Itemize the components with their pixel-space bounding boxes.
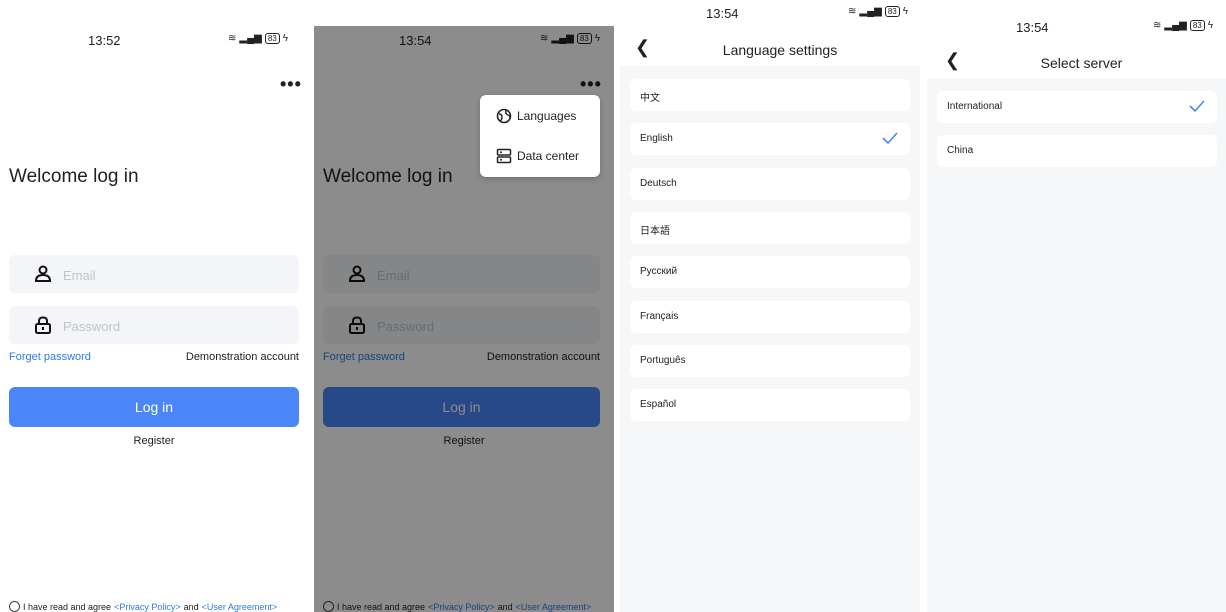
language-item[interactable]: Français — [630, 300, 910, 333]
and-text: and — [183, 601, 199, 612]
language-item-label: English — [640, 133, 673, 145]
server-item[interactable]: International — [937, 91, 1217, 123]
status-bar: 13:52 ≋ ▂▄▆ 83 ϟ — [0, 33, 308, 53]
status-time: 13:54 — [1016, 20, 1049, 35]
language-item[interactable]: Português — [630, 344, 910, 377]
globe-icon — [496, 108, 512, 124]
server-icon — [496, 148, 512, 164]
password-field[interactable] — [9, 306, 299, 346]
language-item[interactable]: Deutsch — [630, 167, 910, 200]
forget-password-link[interactable]: Forget password — [9, 351, 91, 363]
options-menu: Languages Data center — [480, 95, 600, 177]
agree-radio[interactable] — [9, 601, 20, 612]
email-field[interactable] — [9, 255, 299, 295]
menu-item-label: Data center — [517, 149, 580, 163]
language-item-label: Deutsch — [640, 177, 677, 189]
charging-icon: ϟ — [282, 33, 289, 44]
lock-icon — [35, 316, 51, 334]
email-input[interactable] — [61, 255, 285, 295]
charging-icon: ϟ — [902, 6, 909, 17]
server-item[interactable]: China — [937, 135, 1217, 167]
login-button[interactable]: Log in — [9, 387, 299, 427]
status-icons: ≋ ▂▄▆ 83 ϟ — [228, 33, 288, 44]
battery-icon: 83 — [1189, 20, 1205, 31]
server-item-label: International — [947, 101, 1003, 112]
language-item[interactable]: Español — [630, 389, 910, 422]
register-link[interactable]: Register — [0, 435, 308, 447]
wifi-icon: ≋ — [228, 33, 237, 44]
password-input[interactable] — [61, 306, 285, 346]
status-bar: 13:54 ≋ ▂▄▆ 83 ϟ — [620, 6, 920, 26]
language-item[interactable]: 日本語 — [630, 211, 910, 244]
menu-item-languages[interactable]: Languages — [496, 108, 576, 124]
server-item-label: China — [947, 145, 974, 156]
battery-icon: 83 — [264, 33, 280, 44]
wifi-icon: ≋ — [1153, 20, 1162, 31]
language-item-label: Español — [640, 399, 677, 411]
language-item[interactable]: English — [630, 123, 910, 156]
demo-account-link[interactable]: Demonstration account — [186, 351, 299, 363]
status-bar: 13:54 ≋ ▂▄▆ 83 ϟ — [927, 20, 1226, 40]
page-title: Language settings — [722, 42, 838, 58]
more-options-icon[interactable]: ••• — [280, 75, 302, 93]
language-item-label: 日本語 — [640, 225, 670, 237]
language-settings-screen: 13:54 ≋ ▂▄▆ 83 ϟ ❮ Language settings 中文 E… — [620, 0, 920, 612]
signal-icon: ▂▄▆ — [239, 33, 262, 44]
checkmark-icon — [882, 132, 898, 145]
status-time: 13:54 — [706, 6, 739, 21]
status-icons: ≋ ▂▄▆ 83 ϟ — [848, 6, 908, 17]
language-item-label: Português — [640, 354, 686, 366]
battery-icon: 83 — [884, 6, 900, 17]
signal-icon: ▂▄▆ — [859, 6, 882, 17]
user-icon — [34, 265, 52, 282]
page-title: Select server — [1040, 55, 1123, 71]
user-agreement-link[interactable]: <User Agreement> — [202, 602, 278, 612]
language-item[interactable]: Русский — [630, 256, 910, 289]
menu-item-data-center[interactable]: Data center — [496, 148, 579, 164]
signal-icon: ▂▄▆ — [1164, 20, 1187, 31]
checkmark-icon — [1189, 100, 1205, 113]
menu-item-label: Languages — [517, 109, 577, 123]
login-screen: 13:52 ≋ ▂▄▆ 83 ϟ ••• Welcome log in Forg… — [0, 0, 308, 612]
agree-text: I have read and agree — [23, 601, 112, 612]
privacy-policy-link[interactable]: <Privacy Policy> — [114, 602, 181, 612]
charging-icon: ϟ — [1207, 20, 1214, 31]
login-screen-menu-open: 13:54 ≋ ▂▄▆ 83 ϟ ••• Welcome log in Forg… — [314, 0, 614, 612]
wifi-icon: ≋ — [848, 6, 857, 17]
language-item-label: 中文 — [640, 93, 660, 104]
agreement-row: I have read and agree <Privacy Policy> an… — [9, 601, 277, 612]
language-item[interactable]: 中文 — [630, 79, 910, 111]
language-item-label: Français — [640, 310, 679, 322]
status-icons: ≋ ▂▄▆ 83 ϟ — [1153, 20, 1213, 31]
select-server-screen: 13:54 ≋ ▂▄▆ 83 ϟ ❮ Select server Interna… — [927, 0, 1226, 612]
page-title: Welcome log in — [9, 166, 139, 187]
status-time: 13:52 — [88, 33, 121, 48]
language-item-label: Русский — [640, 266, 678, 278]
